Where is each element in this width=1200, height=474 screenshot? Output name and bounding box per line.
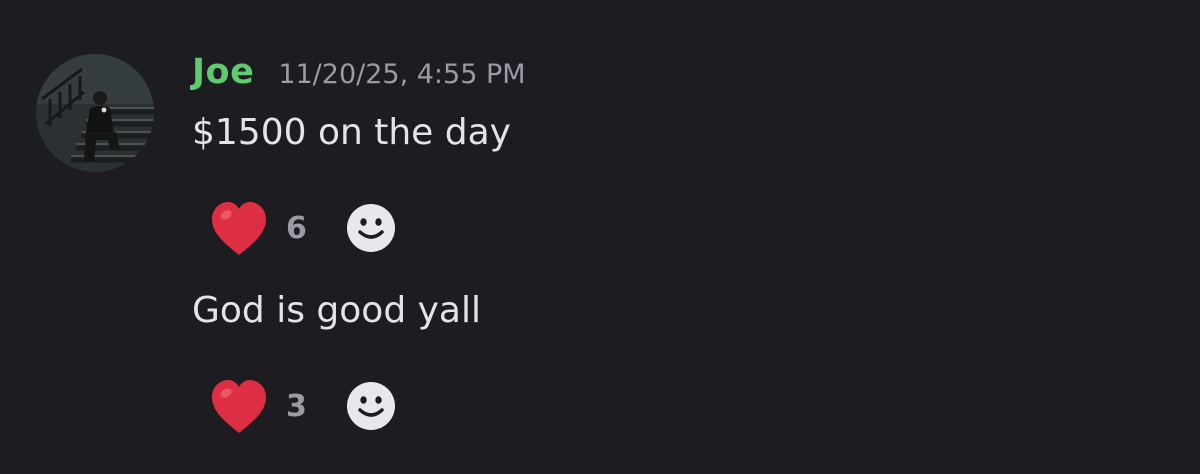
- heart-icon: [212, 202, 266, 255]
- message-timestamp: 11/20/25, 4:55 PM: [278, 59, 526, 90]
- add-reaction-button[interactable]: [346, 203, 396, 253]
- message-header: Joe 11/20/25, 4:55 PM: [192, 52, 526, 92]
- message-text: $1500 on the day: [192, 112, 511, 153]
- heart-icon: [212, 380, 266, 433]
- reaction-heart[interactable]: 6: [206, 197, 326, 259]
- chat-message-group: Joe 11/20/25, 4:55 PM $1500 on the day 6…: [0, 0, 1200, 474]
- avatar-photo-icon: [36, 54, 154, 172]
- message-reactions: 3: [206, 371, 396, 441]
- smiley-face-icon: [347, 382, 395, 430]
- add-reaction-button[interactable]: [346, 381, 396, 431]
- reaction-heart[interactable]: 3: [206, 375, 326, 437]
- smiley-face-icon: [347, 204, 395, 252]
- user-avatar[interactable]: [36, 54, 154, 172]
- username[interactable]: Joe: [192, 52, 254, 92]
- message-text: God is good yall: [192, 290, 481, 331]
- message-reactions: 6: [206, 193, 396, 263]
- reaction-count: 3: [286, 388, 307, 424]
- reaction-count: 6: [286, 210, 307, 246]
